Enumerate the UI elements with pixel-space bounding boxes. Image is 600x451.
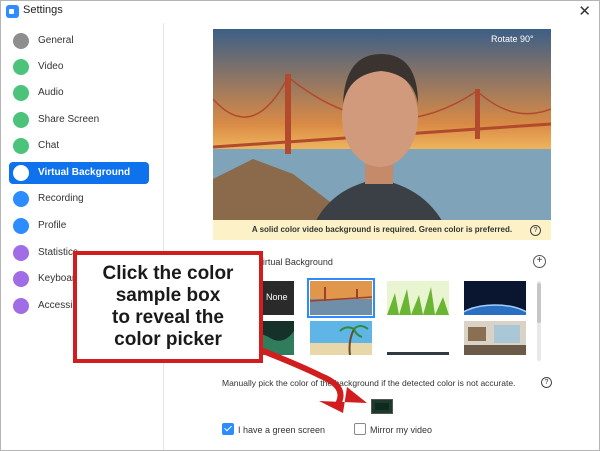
- mirror-video-checkbox[interactable]: Mirror my video: [354, 423, 432, 435]
- checkbox-checked-icon[interactable]: [222, 423, 234, 435]
- callout-line: to reveal the: [112, 307, 224, 328]
- thumbnail-golden-gate-bridge[interactable]: [307, 278, 375, 318]
- rotate-button[interactable]: Rotate 90°: [491, 34, 534, 44]
- arrow-head: [319, 387, 367, 413]
- green-screen-checkbox[interactable]: I have a green screen: [222, 423, 325, 435]
- sidebar-item-label: Share Screen: [38, 114, 100, 125]
- keyboard-icon: [13, 271, 29, 287]
- thumbnail-blank[interactable]: [387, 321, 449, 355]
- callout-line: sample box: [115, 285, 221, 306]
- video-preview: [213, 29, 551, 240]
- sidebar-item-label: Chat: [38, 140, 60, 151]
- sidebar-item-virtual-background[interactable]: Virtual Background: [9, 162, 149, 184]
- thumbnail-beach-palm-tree[interactable]: [310, 321, 372, 355]
- headphones-icon: [13, 85, 29, 101]
- video-camera-icon: [13, 59, 29, 75]
- sidebar-item-share-screen[interactable]: Share Screen: [9, 109, 149, 131]
- thumbnail-earth-from-space[interactable]: [464, 281, 526, 315]
- checkbox-unchecked-icon[interactable]: [354, 423, 366, 435]
- checkbox-label: I have a green screen: [238, 425, 326, 435]
- sidebar-item-label: Profile: [38, 220, 67, 231]
- sidebar-item-label: General: [38, 35, 74, 46]
- sidebar-item-label: Statistics: [38, 247, 79, 258]
- sidebar-item-profile[interactable]: Profile: [9, 215, 149, 237]
- scrollbar-thumb[interactable]: [537, 283, 541, 323]
- close-icon[interactable]: ✕: [578, 2, 591, 20]
- window-title: Settings: [23, 4, 63, 16]
- help-icon[interactable]: ?: [530, 225, 541, 236]
- sidebar-item-recording[interactable]: Recording: [9, 188, 149, 210]
- statistics-icon: [13, 245, 29, 261]
- checkbox-label: Mirror my video: [370, 425, 433, 435]
- profile-icon: [13, 218, 29, 234]
- thumbnail-label: None: [266, 292, 288, 302]
- accessibility-icon: [13, 298, 29, 314]
- bridge-tower: [475, 89, 480, 139]
- callout-line: Click the color: [102, 263, 234, 284]
- thumbnail-office-room[interactable]: [464, 321, 526, 355]
- annotation-callout-text: Click the color sample box to reveal the…: [73, 263, 263, 351]
- callout-line: color picker: [114, 329, 222, 350]
- sidebar-item-audio[interactable]: Audio: [9, 82, 149, 104]
- color-sample-box[interactable]: [371, 399, 393, 414]
- share-screen-icon: [13, 112, 29, 128]
- sidebar-item-label: Video: [38, 61, 64, 72]
- sidebar-item-label: Audio: [38, 87, 64, 98]
- sidebar-item-video[interactable]: Video: [9, 56, 149, 78]
- arrow-shaft: [260, 348, 344, 405]
- sidebar-item-chat[interactable]: Chat: [9, 135, 149, 157]
- notice-banner: A solid color video background is requir…: [213, 220, 551, 240]
- record-icon: [13, 191, 29, 207]
- title-bar: Settings ✕: [1, 1, 599, 23]
- gear-icon: [13, 33, 29, 49]
- settings-window: Settings ✕ General Video Audio Share Scr…: [0, 0, 600, 451]
- add-background-icon[interactable]: +: [533, 255, 546, 268]
- virtual-background-heading: Virtual Background: [257, 257, 333, 267]
- person-background-icon: [13, 165, 29, 181]
- manual-pick-text: Manually pick the color of the backgroun…: [222, 378, 516, 388]
- bridge-tower: [285, 74, 291, 154]
- sidebar-item-general[interactable]: General: [9, 30, 149, 52]
- zoom-app-icon: [6, 5, 19, 18]
- settings-sidebar: General Video Audio Share Screen Chat Vi…: [1, 23, 164, 450]
- help-icon[interactable]: ?: [541, 377, 552, 388]
- chat-bubble-icon: [13, 138, 29, 154]
- sidebar-item-label: Virtual Background: [38, 167, 131, 178]
- sidebar-item-label: Recording: [38, 193, 84, 204]
- thumbnail-grass[interactable]: [387, 281, 449, 315]
